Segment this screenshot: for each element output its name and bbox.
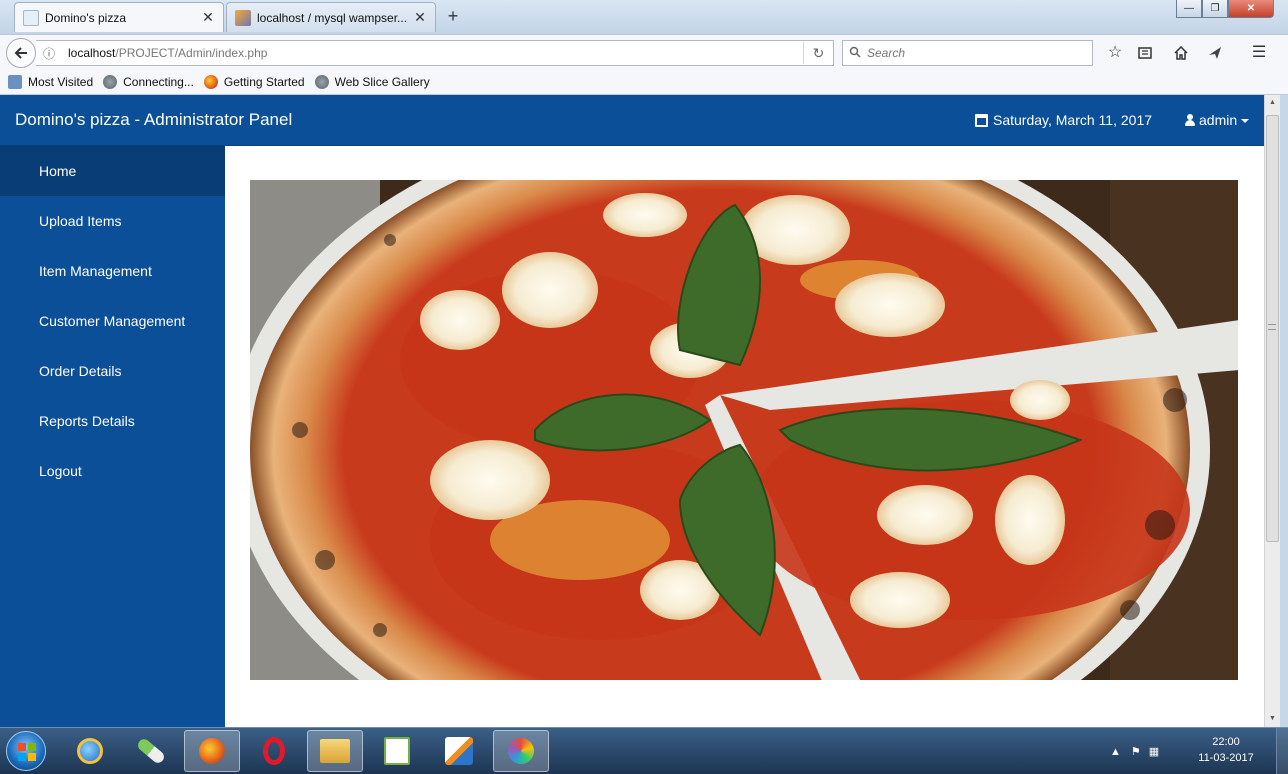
sidebar-item-upload-items[interactable]: Upload Items [0, 196, 225, 246]
clock-time: 22:00 [1212, 736, 1240, 748]
tab-title: Domino's pizza [45, 10, 126, 25]
bookmark-web-slice-gallery[interactable]: Web Slice Gallery [314, 75, 430, 89]
bookmark-most-visited[interactable]: Most Visited [8, 75, 93, 89]
admin-top-navbar: Domino's pizza - Administrator Panel Sat… [0, 95, 1264, 146]
margherita-pizza-photo [250, 180, 1238, 680]
send-icon[interactable] [1204, 43, 1226, 65]
chevron-down-icon [1241, 119, 1250, 123]
notepad-plus-icon[interactable] [369, 730, 425, 772]
user-icon [1185, 114, 1195, 126]
network-icon[interactable]: ▦ [1149, 745, 1159, 758]
address-bar[interactable]: ⓘ localhost/PROJECT/Admin/index.php ↻ [36, 40, 834, 66]
taskbar-clock[interactable]: 22:00 11-03-2017 [1196, 734, 1256, 766]
user-dropdown[interactable]: admin [1185, 112, 1250, 128]
search-placeholder: Search [867, 46, 906, 60]
hamburger-menu-icon[interactable]: ☰ [1248, 43, 1270, 65]
phpmyadmin-favicon-icon [235, 9, 251, 26]
opera-icon[interactable] [246, 730, 302, 772]
pizza-hero-image [250, 180, 1238, 680]
bookmark-label: Most Visited [28, 75, 94, 89]
back-arrow-icon[interactable] [6, 38, 36, 68]
url-path: /PROJECT/Admin/index.php [115, 46, 268, 60]
new-tab-button[interactable]: + [440, 4, 466, 28]
close-tab-icon[interactable]: ✕ [413, 9, 427, 26]
search-input[interactable]: Search [842, 40, 1093, 66]
library-icon[interactable] [1134, 43, 1156, 65]
reload-icon[interactable]: ↻ [803, 42, 833, 64]
file-explorer-icon[interactable] [307, 730, 363, 772]
page-title[interactable]: Domino's pizza - Administrator Panel [15, 110, 292, 130]
bookmark-connecting[interactable]: Connecting... [103, 75, 194, 89]
start-button[interactable] [6, 731, 46, 771]
admin-sidebar: Home Upload Items Item Management Custom… [0, 146, 225, 727]
vertical-scrollbar[interactable]: ▲ ▼ [1264, 95, 1280, 727]
close-window-button[interactable]: ✕ [1228, 0, 1274, 18]
tab-dominos-pizza[interactable]: Domino's pizza ✕ [14, 2, 224, 32]
firefox-icon[interactable] [184, 730, 240, 772]
clock-date: 11-03-2017 [1198, 752, 1254, 764]
maximize-button[interactable]: ❐ [1202, 0, 1228, 18]
show-desktop-button[interactable] [1276, 728, 1288, 774]
sidebar-item-logout[interactable]: Logout [0, 446, 225, 496]
firefox-icon [203, 75, 218, 89]
globe-icon [103, 75, 118, 89]
internet-explorer-icon[interactable] [62, 730, 118, 772]
minimize-button[interactable]: — [1176, 0, 1202, 18]
page-favicon-icon [23, 9, 39, 26]
sidebar-item-reports-details[interactable]: Reports Details [0, 396, 225, 446]
sidebar-item-order-details[interactable]: Order Details [0, 346, 225, 396]
bookmark-label: Connecting... [123, 75, 194, 89]
show-hidden-icons-icon[interactable]: ▲ [1110, 746, 1121, 758]
most-visited-icon [8, 75, 22, 89]
info-icon[interactable]: ⓘ [38, 45, 60, 62]
bookmark-getting-started[interactable]: Getting Started [203, 75, 305, 89]
home-icon[interactable] [1170, 43, 1192, 65]
bookmarks-bar: Most Visited Connecting... Getting Start… [0, 70, 1288, 95]
globe-icon [314, 75, 329, 89]
bookmark-label: Web Slice Gallery [334, 75, 430, 89]
sidebar-item-item-management[interactable]: Item Management [0, 246, 225, 296]
windows-logo-icon [18, 743, 36, 761]
windows-taskbar: ▲ ⚑ ▦ 22:00 11-03-2017 [0, 727, 1288, 774]
bookmark-label: Getting Started [223, 75, 305, 89]
search-icon [849, 46, 861, 61]
close-tab-icon[interactable]: ✕ [201, 9, 215, 26]
url-host: localhost [68, 46, 116, 60]
url-text[interactable]: localhost/PROJECT/Admin/index.php [60, 46, 803, 60]
current-date: Saturday, March 11, 2017 [975, 112, 1152, 128]
pill-app-icon[interactable] [123, 730, 179, 772]
browser-tab-bar: Domino's pizza ✕ localhost / mysql wamps… [0, 0, 1288, 34]
paint-icon[interactable] [493, 730, 549, 772]
tab-phpmyadmin[interactable]: localhost / mysql wampser... ✕ [226, 2, 436, 32]
sidebar-item-customer-management[interactable]: Customer Management [0, 296, 225, 346]
tab-title: localhost / mysql wampser... [257, 10, 408, 25]
scroll-up-icon[interactable]: ▲ [1265, 95, 1280, 111]
username-label: admin [1199, 112, 1238, 128]
scrollbar-grip [1268, 324, 1276, 330]
date-text: Saturday, March 11, 2017 [993, 112, 1153, 128]
browser-nav-bar: ⓘ localhost/PROJECT/Admin/index.php ↻ Se… [0, 34, 1288, 70]
scroll-down-icon[interactable]: ▼ [1265, 711, 1280, 727]
sidebar-item-home[interactable]: Home [0, 146, 225, 196]
sublime-app-icon[interactable] [431, 730, 487, 772]
action-center-flag-icon[interactable]: ⚑ [1131, 745, 1141, 758]
calendar-icon [975, 113, 988, 127]
web-page: Domino's pizza - Administrator Panel Sat… [0, 95, 1264, 727]
star-icon[interactable]: ☆ [1104, 43, 1126, 65]
system-tray: ▲ ⚑ ▦ [1110, 728, 1159, 774]
